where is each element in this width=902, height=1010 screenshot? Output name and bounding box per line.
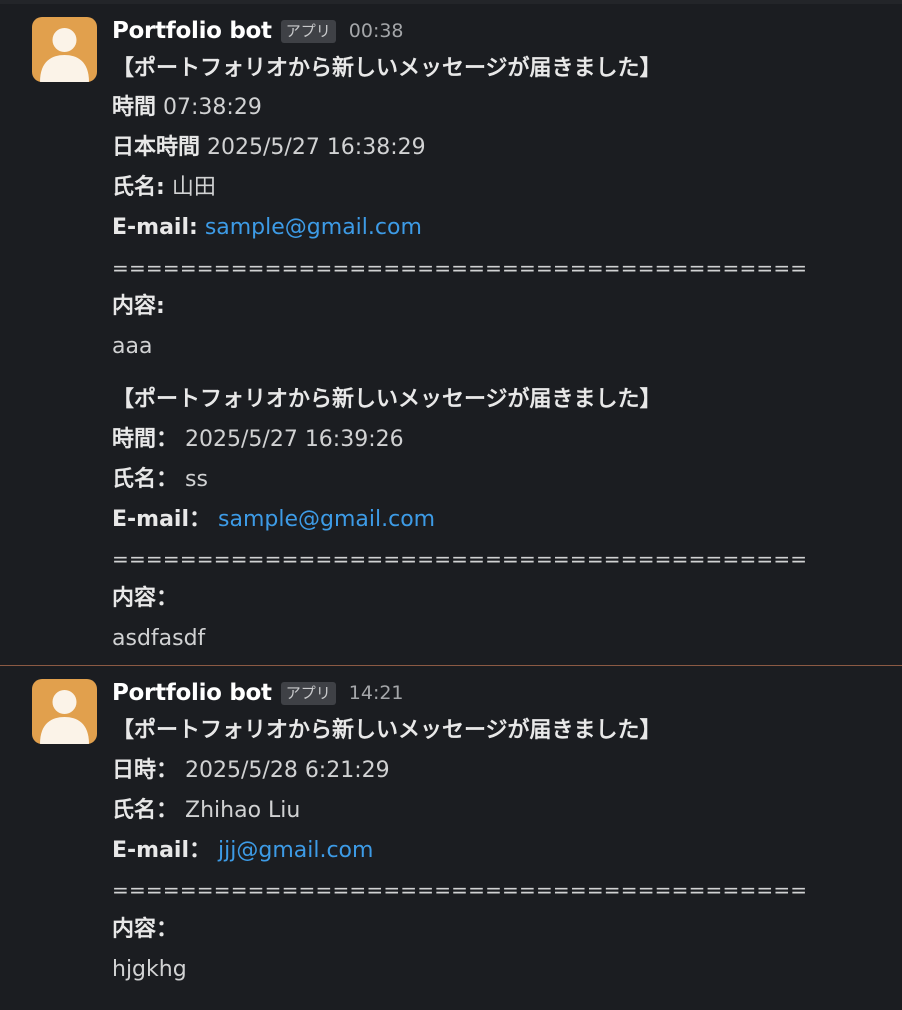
email-row: E-mail: sample@gmail.com [112,211,422,245]
heading-text: 【ポートフォリオから新しいメッセージが届きました】 [112,56,662,81]
heading-text: 【ポートフォリオから新しいメッセージが届きました】 [112,718,662,743]
content-value-row: hjgkhg [112,953,187,987]
content-value: asdfasdf [112,626,206,651]
email-label: E-mail： [112,507,212,532]
time-value: 2025/5/27 16:39:26 [185,427,404,452]
name-value: 山田 [171,175,216,200]
app-badge: アプリ [280,681,336,705]
content-label-row: 内容: [112,290,165,324]
jst-label: 日本時間 [112,135,201,160]
name-value: ss [185,467,208,492]
new-messages-divider [0,665,902,666]
content-value: hjgkhg [112,957,187,982]
email-link[interactable]: sample@gmail.com [218,507,435,532]
name-label: 氏名: [112,175,165,200]
time-value: 07:38:29 [163,95,262,120]
message-header: Portfolio bot アプリ 00:38 [112,16,404,46]
email-row: E-mail： jjj@gmail.com [112,834,373,868]
separator-line: ========================================… [112,878,808,902]
message-heading: 【ポートフォリオから新しいメッセージが届きました】 [112,52,662,86]
app-badge: アプリ [280,19,336,43]
name-row: 氏名： Zhihao Liu [112,794,300,828]
time-label: 時間 [112,95,157,120]
name-value: Zhihao Liu [185,798,301,823]
jst-value: 2025/5/27 16:38:29 [207,135,426,160]
heading-text: 【ポートフォリオから新しいメッセージが届きました】 [112,387,662,412]
content-label-row: 内容： [112,913,178,947]
message-timestamp[interactable]: 14:21 [349,682,404,704]
time-value: 2025/5/28 6:21:29 [185,758,390,783]
message-heading: 【ポートフォリオから新しいメッセージが届きました】 [112,714,662,748]
time-row: 日時： 2025/5/28 6:21:29 [112,754,390,788]
email-link[interactable]: jjj@gmail.com [218,838,373,863]
name-label: 氏名： [112,467,179,492]
time-label: 日時： [112,758,179,783]
email-label: E-mail: [112,215,198,240]
content-value-row: aaa [112,330,152,364]
time-label: 時間： [112,427,179,452]
name-row: 氏名： ss [112,463,208,497]
bot-avatar-icon[interactable] [32,17,97,82]
name-row: 氏名: 山田 [112,171,216,205]
bot-avatar-icon[interactable] [32,679,97,744]
separator-line: ========================================… [112,547,808,571]
content-label: 内容: [112,294,165,319]
top-edge [0,0,902,4]
sender-name[interactable]: Portfolio bot [112,18,272,44]
email-link[interactable]: sample@gmail.com [205,215,422,240]
content-label: 内容： [112,586,179,611]
message-header: Portfolio bot アプリ 14:21 [112,678,404,708]
message-heading: 【ポートフォリオから新しいメッセージが届きました】 [112,383,662,417]
content-label: 内容： [112,917,179,942]
name-label: 氏名： [112,798,179,823]
content-label-row: 内容： [112,582,178,616]
content-value-row: asdfasdf [112,622,205,656]
email-row: E-mail： sample@gmail.com [112,503,435,537]
content-value: aaa [112,334,153,359]
message-timestamp[interactable]: 00:38 [349,20,404,42]
sender-name[interactable]: Portfolio bot [112,680,272,706]
time-row: 時間： 2025/5/27 16:39:26 [112,423,404,457]
email-label: E-mail： [112,838,212,863]
separator-line: ========================================… [112,256,808,280]
time-row: 時間 07:38:29 [112,91,262,125]
jst-row: 日本時間 2025/5/27 16:38:29 [112,131,426,165]
